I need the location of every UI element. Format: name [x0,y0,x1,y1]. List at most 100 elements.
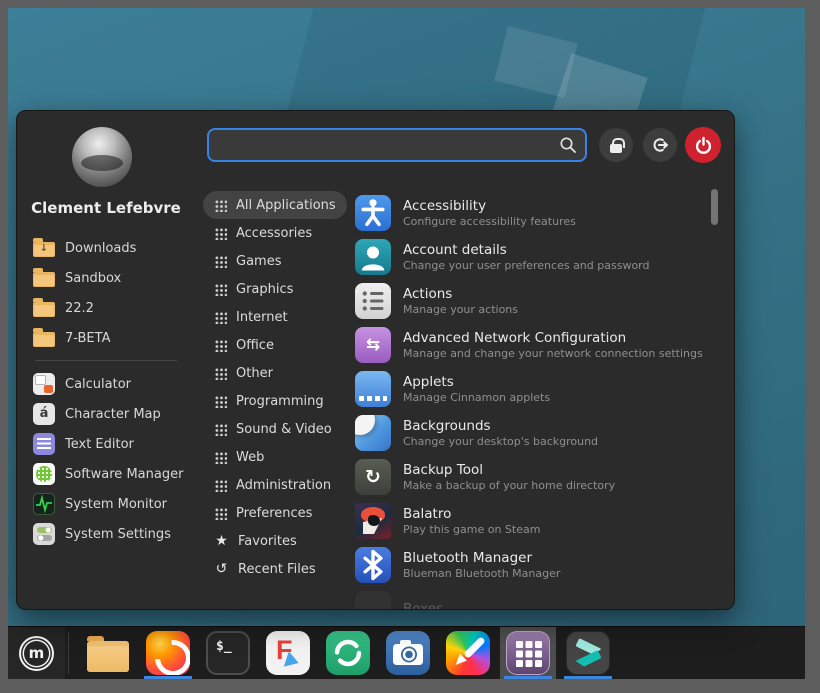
app-item-bluetooth-manager[interactable]: Bluetooth Manager Blueman Bluetooth Mana… [355,543,717,587]
category-games[interactable]: Games [203,247,292,275]
software-manager-icon [33,463,55,485]
grid-icon [214,311,227,324]
category-preferences[interactable]: Preferences [203,499,323,527]
grid-icon [214,367,227,380]
system-monitor-icon [33,493,55,515]
taskbar-camera-app[interactable] [380,627,436,679]
f-store-icon: F [266,631,310,675]
sidebar-item-system-settings[interactable]: System Settings [33,519,197,549]
category-favorites[interactable]: ★ Favorites [203,527,308,555]
pulse-line [34,494,54,514]
grid-icon [214,255,227,268]
character-map-icon: á [33,403,55,425]
warpinator-icon [566,631,610,675]
star-icon: ★ [214,534,229,549]
sidebar-item-system-monitor[interactable]: System Monitor [33,489,197,519]
sidebar-item-character-map[interactable]: á Character Map [33,399,197,429]
category-internet[interactable]: Internet [203,303,299,331]
sidebar-item-text-editor[interactable]: Text Editor [33,429,197,459]
app-item-advanced-network-configuration[interactable]: ⇆ Advanced Network Configuration Manage … [355,323,717,367]
place-item-downloads[interactable]: ↓ Downloads [33,233,197,263]
taskbar-files[interactable] [80,627,136,679]
grid-icon [214,199,227,212]
search-icon [558,135,578,155]
grid-icon [214,283,227,296]
sidebar-apps-list: Calculator á Character Map Text Editor S… [33,369,197,549]
app-item-applets[interactable]: Applets Manage Cinnamon applets [355,367,717,411]
taskbar-panel: m $_ F [8,626,805,679]
person-icon [355,239,391,275]
terminal-icon: $_ [206,631,250,675]
category-all-applications[interactable]: All Applications [203,191,347,219]
user-name: Clement Lefebvre [17,199,195,217]
taskbar-menu-button[interactable]: m [8,627,65,679]
grid-icon [214,451,227,464]
user-avatar[interactable] [72,127,132,187]
logout-icon [651,136,669,154]
files-icon [87,641,129,672]
accessibility-figure [355,195,391,231]
taskbar-app-grid[interactable] [500,627,556,679]
logout-button[interactable] [643,128,677,162]
sidebar-item-software-manager[interactable]: Software Manager [33,459,197,489]
taskbar-paint-app[interactable] [440,627,496,679]
paint-brush-icon [446,631,490,675]
recent-history-icon: ↺ [214,562,229,577]
lock-screen-button[interactable] [599,128,633,162]
app-grid-icon [506,631,550,675]
app-item-actions[interactable]: Actions Manage your actions [355,279,717,323]
category-sound-video[interactable]: Sound & Video [203,415,343,443]
grid-icon [214,507,227,520]
application-list: Accessibility Configure accessibility fe… [355,191,717,610]
power-icon [694,136,713,155]
taskbar-sync-app[interactable] [320,627,376,679]
category-programming[interactable]: Programming [203,387,335,415]
folder-icon [33,302,55,317]
sidebar-item-calculator[interactable]: Calculator [33,369,197,399]
balatro-icon [355,503,391,539]
network-configuration-icon: ⇆ [355,327,391,363]
power-button[interactable] [685,127,721,163]
place-item-22-2[interactable]: 22.2 [33,293,197,323]
grid-icon [214,227,227,240]
account-details-icon [355,239,391,275]
app-item-accessibility[interactable]: Accessibility Configure accessibility fe… [355,191,717,235]
taskbar-f-store[interactable]: F [260,627,316,679]
app-item-account-details[interactable]: Account details Change your user prefere… [355,235,717,279]
folder-download-icon: ↓ [33,242,55,257]
taskbar-terminal[interactable]: $_ [200,627,256,679]
bluetooth-icon [355,547,391,583]
category-web[interactable]: Web [203,443,275,471]
category-recent-files[interactable]: ↺ Recent Files [203,555,327,583]
search-bar [207,128,587,162]
app-item-balatro[interactable]: Balatro Play this game on Steam [355,499,717,543]
cinnamon-menu-panel: Clement Lefebvre ↓ Downloads Sandbox 22.… [16,110,735,610]
sync-icon [326,631,370,675]
calculator-icon [33,373,55,395]
app-item-backgrounds[interactable]: Backgrounds Change your desktop's backgr… [355,411,717,455]
category-other[interactable]: Other [203,359,284,387]
applets-icon [355,371,391,407]
places-list: ↓ Downloads Sandbox 22.2 7-BETA [33,233,197,353]
category-accessories[interactable]: Accessories [203,219,323,247]
sidebar-separator [35,360,177,361]
app-item-boxes[interactable]: Boxes [355,587,717,610]
category-administration[interactable]: Administration [203,471,342,499]
firefox-icon [146,631,190,675]
folder-icon [33,272,55,287]
backup-tool-icon: ↻ [355,459,391,495]
bluetooth-rune [355,547,391,583]
category-office[interactable]: Office [203,331,285,359]
camera-shape [386,631,430,675]
search-input[interactable] [207,128,587,162]
desktop-wallpaper: Clement Lefebvre ↓ Downloads Sandbox 22.… [8,8,805,679]
category-graphics[interactable]: Graphics [203,275,304,303]
place-item-7-beta[interactable]: 7-BETA [33,323,197,353]
taskbar-warpinator[interactable] [560,627,616,679]
app-item-backup-tool[interactable]: ↻ Backup Tool Make a backup of your home… [355,455,717,499]
taskbar-firefox[interactable] [140,627,196,679]
category-list: All Applications Accessories Games Graph… [203,191,355,583]
backgrounds-icon [355,415,391,451]
place-item-sandbox[interactable]: Sandbox [33,263,197,293]
scrollbar-thumb[interactable] [711,189,718,225]
